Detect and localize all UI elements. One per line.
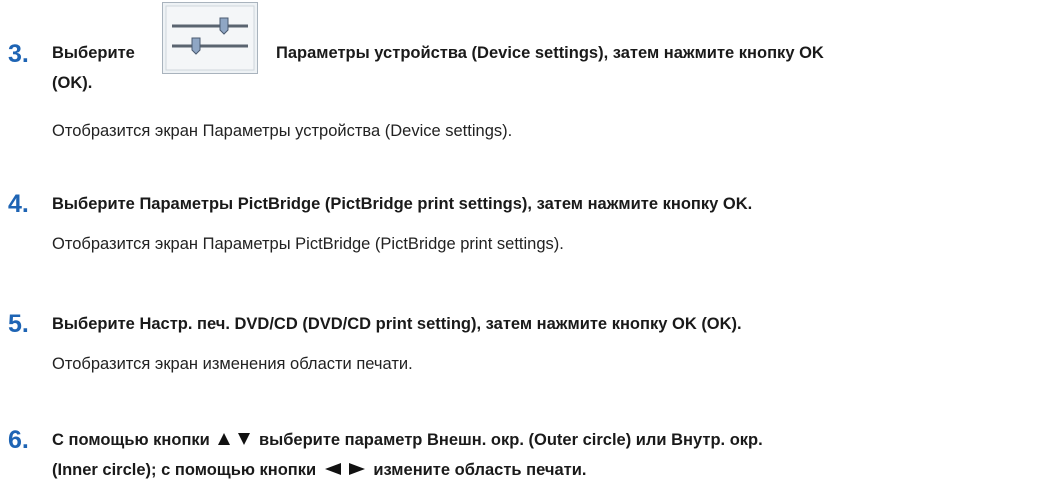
step-title-line2-part1: (Inner circle); с помощью кнопки xyxy=(52,461,317,479)
right-arrow-icon xyxy=(348,458,366,484)
step-title: С помощью кнопки выберите параметр Внешн… xyxy=(52,427,763,454)
step-title-line2: (OK). xyxy=(52,74,93,92)
step-number: 6. xyxy=(8,426,29,454)
step-number: 4. xyxy=(8,190,29,218)
step-title-text-after-icon: Параметры устройства (Device settings), … xyxy=(276,44,824,62)
step-title-line2: (Inner circle); с помощью кнопки изменит… xyxy=(52,457,586,484)
step-description: Отобразится экран изменения области печа… xyxy=(52,355,413,373)
step-title: Выберите Параметры устройства (Device se… xyxy=(52,2,824,74)
step-description: Отобразится экран Параметры устройства (… xyxy=(52,122,513,140)
step-number: 3. xyxy=(8,40,29,68)
up-arrow-icon xyxy=(217,428,231,454)
step-title-part2: выберите параметр Внешн. окр. (Outer cir… xyxy=(259,431,763,449)
step-number: 5. xyxy=(8,310,29,338)
left-arrow-icon xyxy=(324,458,342,484)
step-title: Выберите Настр. печ. DVD/CD (DVD/CD prin… xyxy=(52,315,742,333)
step-title-text: Выберите xyxy=(52,44,135,62)
step-title-part1: С помощью кнопки xyxy=(52,431,210,449)
step-title: Выберите Параметры PictBridge (PictBridg… xyxy=(52,195,753,213)
down-arrow-icon xyxy=(237,428,251,454)
device-settings-icon xyxy=(162,2,258,82)
step-description: Отобразится экран Параметры PictBridge (… xyxy=(52,235,564,253)
step-title-line2-part2: измените область печати. xyxy=(373,461,587,479)
